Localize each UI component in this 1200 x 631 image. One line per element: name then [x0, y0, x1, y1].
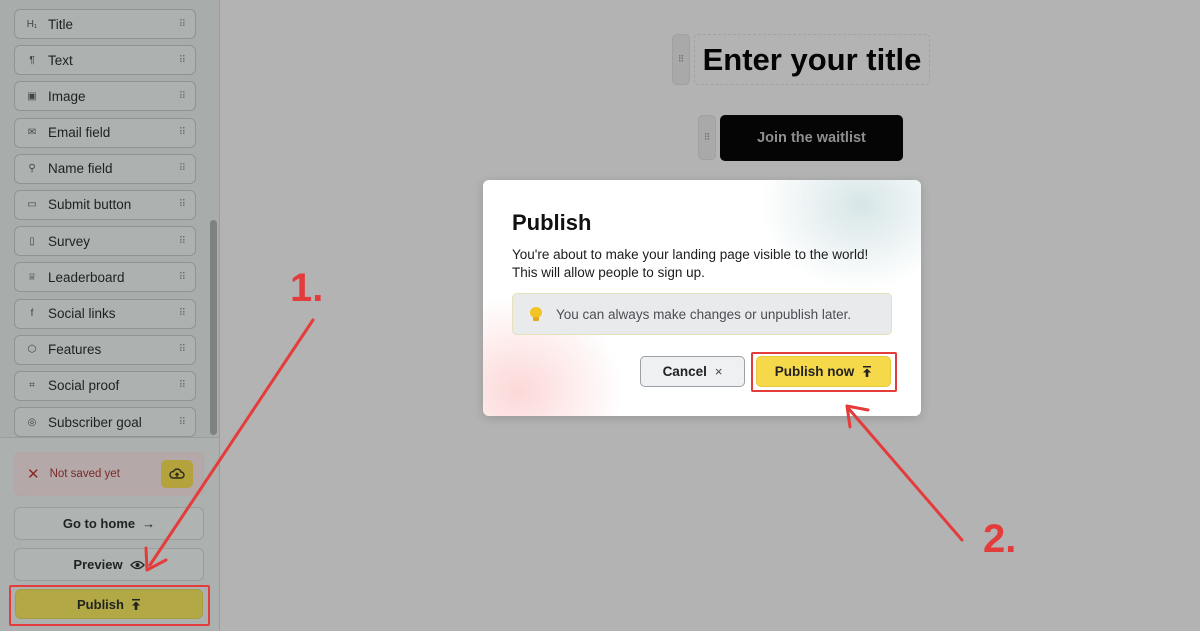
- step-1-arrowhead: [144, 546, 168, 572]
- step-2-arrow: [847, 407, 964, 542]
- annotation-arrows: [144, 318, 964, 572]
- step-1-arrow: [148, 318, 315, 567]
